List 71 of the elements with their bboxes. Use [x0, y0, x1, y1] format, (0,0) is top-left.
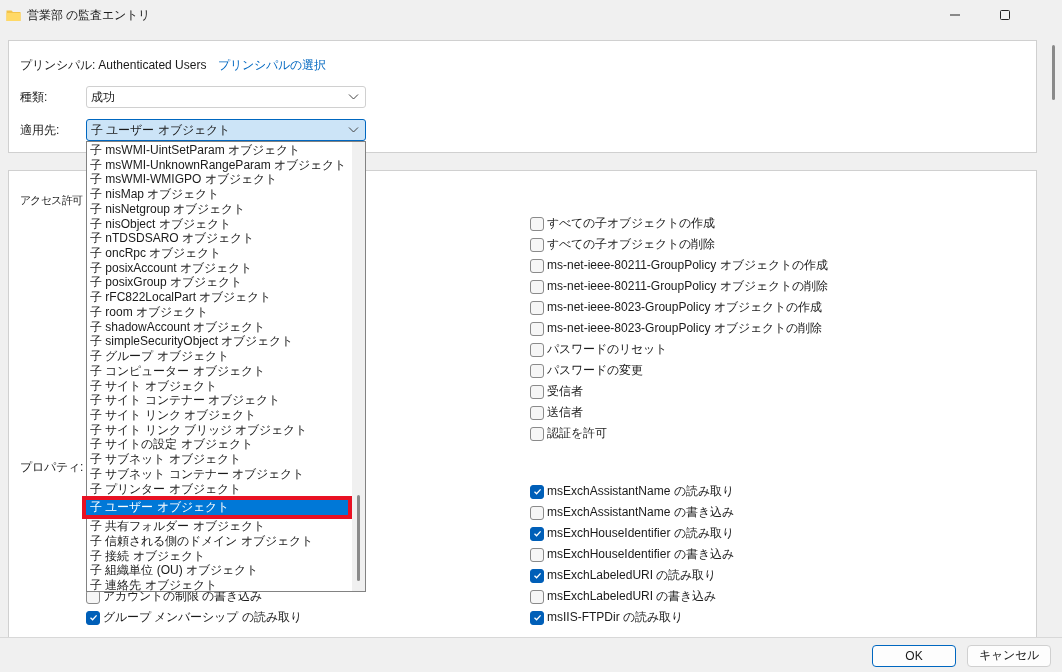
- checkbox[interactable]: msExchLabeledURI の書き込み: [530, 586, 734, 607]
- applies-to-label: 適用先:: [20, 121, 61, 139]
- checkbox[interactable]: msIIS-FTPDir の読み取り: [530, 607, 734, 628]
- dropdown-option[interactable]: 子 サブネット コンテナー オブジェクト: [87, 466, 352, 482]
- dropdown-option[interactable]: 子 共有フォルダー オブジェクト: [87, 519, 352, 534]
- select-principal-link[interactable]: プリンシパルの選択: [218, 56, 327, 74]
- checkmark-icon: [531, 486, 543, 497]
- checkbox[interactable]: すべての子オブジェクトの削除: [530, 234, 1025, 255]
- folder-icon: [6, 8, 21, 22]
- dropdown-option[interactable]: 子 接続 オブジェクト: [87, 548, 352, 564]
- dropdown-option[interactable]: 子 連絡先 オブジェクト: [87, 578, 352, 593]
- checkbox[interactable]: パスワードのリセット: [530, 339, 1025, 360]
- dropdown-option[interactable]: 子 simpleSecurityObject オブジェクト: [87, 334, 352, 350]
- dropdown-option[interactable]: 子 グループ オブジェクト: [87, 349, 352, 364]
- principal-name: Authenticated Users: [98, 58, 207, 72]
- checkbox[interactable]: msExchAssistantName の書き込み: [530, 502, 734, 523]
- checkbox[interactable]: 受信者: [530, 381, 1025, 402]
- principal-label: プリンシパル:: [20, 56, 96, 74]
- scrollbar[interactable]: [352, 142, 365, 591]
- dropdown-option[interactable]: 子 msWMI-UnknownRangeParam オブジェクト: [87, 157, 352, 173]
- type-dropdown[interactable]: 成功: [86, 86, 366, 108]
- type-label: 種類:: [20, 88, 49, 106]
- checkbox[interactable]: すべての子オブジェクトの作成: [530, 213, 1025, 234]
- checkmark-icon: [531, 528, 543, 539]
- checkbox[interactable]: ms-net-ieee-8023-GroupPolicy オブジェクトの削除: [530, 318, 1025, 339]
- dropdown-option[interactable]: 子 サイト リンク オブジェクト: [87, 407, 352, 423]
- dropdown-option[interactable]: 子 コンピューター オブジェクト: [87, 363, 352, 379]
- dropdown-option[interactable]: 子 shadowAccount オブジェクト: [87, 319, 352, 335]
- dropdown-option[interactable]: 子 nisObject オブジェクト: [87, 216, 352, 232]
- dropdown-option[interactable]: 子 ユーザー オブジェクト: [86, 500, 348, 516]
- dropdown-option[interactable]: 子 nTDSDSARO オブジェクト: [87, 231, 352, 247]
- permissions-label: アクセス許可: [20, 193, 83, 208]
- dropdown-option[interactable]: 子 サイト コンテナー オブジェクト: [87, 393, 352, 408]
- dropdown-option[interactable]: 子 posixAccount オブジェクト: [87, 260, 352, 276]
- checkbox[interactable]: グループ メンバーシップ の読み取り: [86, 607, 530, 628]
- checkbox[interactable]: msExchHouseIdentifier の書き込み: [530, 544, 734, 565]
- checkbox[interactable]: msExchAssistantName の読み取り: [530, 481, 734, 502]
- checkmark-icon: [531, 612, 543, 623]
- dropdown-option[interactable]: 子 組織単位 (OU) オブジェクト: [87, 563, 352, 579]
- ok-button[interactable]: OK: [872, 644, 956, 667]
- checkbox[interactable]: msExchLabeledURI の読み取り: [530, 565, 734, 586]
- checkbox[interactable]: 送信者: [530, 402, 1025, 423]
- dropdown-option[interactable]: 子 msWMI-UintSetParam オブジェクト: [87, 143, 352, 158]
- dropdown-option[interactable]: 子 msWMI-WMIGPO オブジェクト: [87, 172, 352, 188]
- checkmark-icon: [87, 612, 99, 623]
- checkbox[interactable]: ms-net-ieee-8023-GroupPolicy オブジェクトの作成: [530, 297, 1025, 318]
- dropdown-option[interactable]: 子 room オブジェクト: [87, 304, 352, 320]
- dropdown-option[interactable]: 子 posixGroup オブジェクト: [87, 275, 352, 291]
- dropdown-option[interactable]: 子 サブネット オブジェクト: [87, 452, 352, 467]
- checkbox[interactable]: msExchHouseIdentifier の読み取り: [530, 523, 734, 544]
- window-title: 営業部 の監査エントリ: [27, 6, 151, 24]
- dropdown-option[interactable]: 子 サイト リンク ブリッジ オブジェクト: [87, 422, 352, 438]
- dropdown-option[interactable]: 子 サイト オブジェクト: [87, 378, 352, 394]
- checkbox[interactable]: 認証を許可: [530, 423, 1025, 444]
- checkbox[interactable]: ms-net-ieee-80211-GroupPolicy オブジェクトの作成: [530, 255, 1025, 276]
- checkbox[interactable]: ms-net-ieee-80211-GroupPolicy オブジェクトの削除: [530, 276, 1025, 297]
- checkmark-icon: [531, 570, 543, 581]
- dropdown-option[interactable]: 子 nisNetgroup オブジェクト: [87, 201, 352, 217]
- checkbox[interactable]: パスワードの変更: [530, 360, 1025, 381]
- dropdown-option[interactable]: 子 プリンター オブジェクト: [87, 481, 352, 497]
- dropdown-option[interactable]: 子 信頼される側のドメイン オブジェクト: [87, 533, 352, 549]
- maximize-icon[interactable]: [1000, 10, 1010, 20]
- dropdown-option[interactable]: 子 oncRpc オブジェクト: [87, 246, 352, 261]
- cancel-button[interactable]: キャンセル: [967, 644, 1051, 667]
- dropdown-option[interactable]: 子 rFC822LocalPart オブジェクト: [87, 290, 352, 305]
- dropdown-option[interactable]: 子 nisMap オブジェクト: [87, 187, 352, 202]
- properties-label: プロパティ:: [20, 459, 84, 476]
- chevron-down-icon: [348, 93, 359, 101]
- chevron-down-icon: [348, 126, 359, 134]
- applies-to-dropdown[interactable]: 子 ユーザー オブジェクト: [86, 119, 366, 141]
- dropdown-option[interactable]: 子 サイトの設定 オブジェクト: [87, 437, 352, 453]
